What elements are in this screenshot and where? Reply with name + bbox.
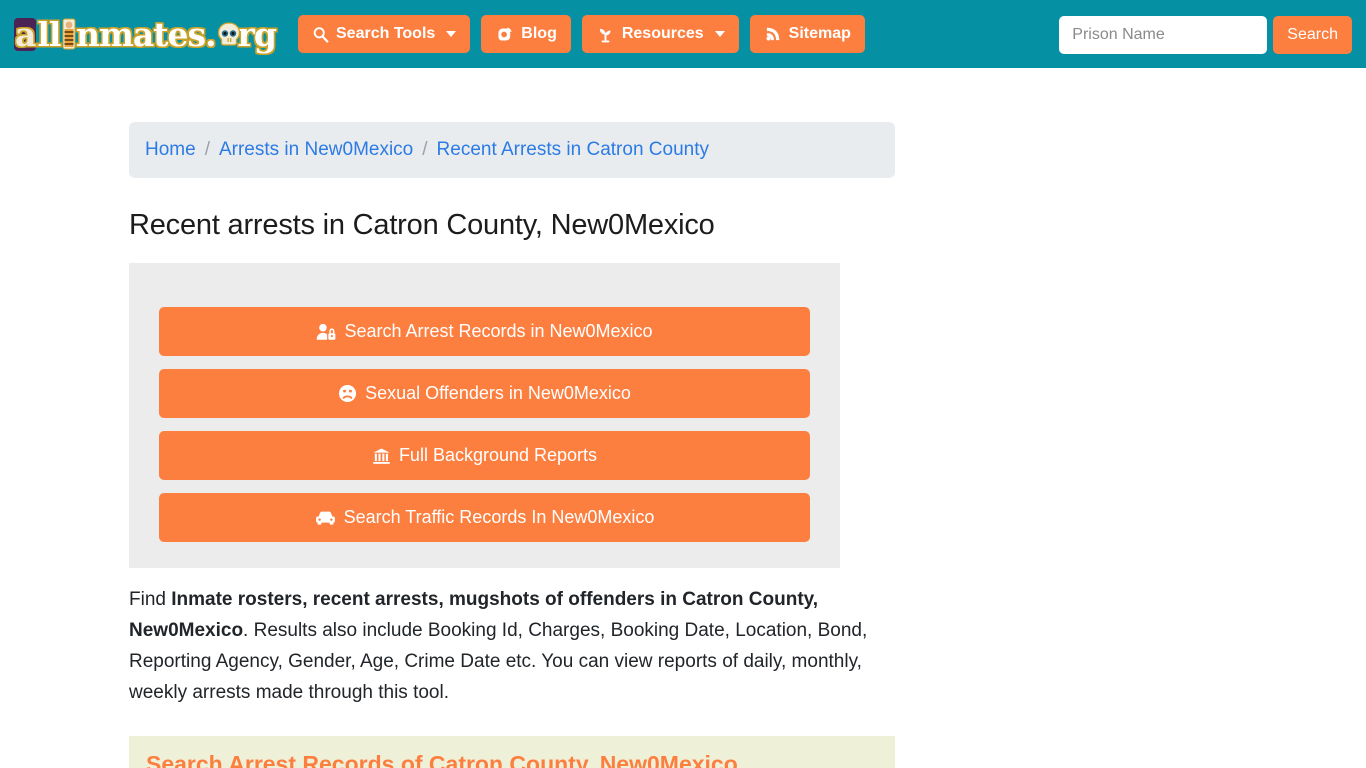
site-header: a ll nmates. rg Search Tools Blog Resources <box>0 0 1366 68</box>
description-lead: Find <box>129 589 172 610</box>
search-records-section: Search Arrest Records of Catron County, … <box>129 736 895 768</box>
prisoner-figure-icon <box>61 17 76 51</box>
seedling-icon <box>596 25 615 44</box>
nav-blog-button[interactable]: Blog <box>481 15 571 53</box>
nav-blog-label: Blog <box>521 25 557 42</box>
action-buttons-panel: Search Arrest Records in New0Mexico Sexu… <box>129 263 840 568</box>
logo-letters-rg: rg <box>237 14 277 54</box>
full-background-reports-button[interactable]: Full Background Reports <box>159 431 810 480</box>
chevron-down-icon <box>446 31 457 37</box>
nav-resources-button[interactable]: Resources <box>581 15 739 53</box>
logo-letter-a: a <box>14 14 36 54</box>
blogger-icon <box>495 25 514 44</box>
page-description: Find Inmate rosters, recent arrests, mug… <box>129 584 877 708</box>
logo-letters-ll: ll <box>37 14 61 54</box>
user-lock-icon <box>316 323 336 341</box>
search-traffic-records-label: Search Traffic Records In New0Mexico <box>343 507 655 527</box>
breadcrumb-separator: / <box>204 139 210 160</box>
main-navigation: Search Tools Blog Resources Sitemap <box>298 15 865 53</box>
search-arrest-records-button[interactable]: Search Arrest Records in New0Mexico <box>159 307 810 356</box>
search-traffic-records-button[interactable]: Search Traffic Records In New0Mexico <box>159 493 810 542</box>
landmark-icon <box>372 447 391 465</box>
nav-resources-label: Resources <box>621 25 704 42</box>
breadcrumb: Home / Arrests in New0Mexico / Recent Ar… <box>129 122 895 178</box>
skull-icon <box>216 21 240 47</box>
car-icon <box>315 509 336 526</box>
page-title: Recent arrests in Catron County, New0Mex… <box>129 209 715 241</box>
sexual-offenders-label: Sexual Offenders in New0Mexico <box>365 383 631 403</box>
full-background-reports-label: Full Background Reports <box>398 445 598 465</box>
section-heading: Search Arrest Records of Catron County, … <box>146 751 738 768</box>
nav-sitemap-label: Sitemap <box>788 25 851 42</box>
nav-search-tools-label: Search Tools <box>336 25 436 42</box>
logo-dot: . <box>205 14 216 54</box>
header-search: Search <box>1059 16 1352 54</box>
search-arrest-records-label: Search Arrest Records in New0Mexico <box>344 321 653 341</box>
logo-letters-nmates: nmates <box>75 14 206 54</box>
frown-face-icon <box>338 384 357 403</box>
search-input[interactable] <box>1059 16 1268 54</box>
sexual-offenders-button[interactable]: Sexual Offenders in New0Mexico <box>159 369 810 418</box>
nav-sitemap-button[interactable]: Sitemap <box>749 15 865 53</box>
rss-icon <box>764 25 782 43</box>
search-icon <box>312 26 329 43</box>
breadcrumb-separator: / <box>422 139 428 160</box>
breadcrumb-item-current[interactable]: Recent Arrests in Catron County <box>437 139 709 161</box>
breadcrumb-item-state[interactable]: Arrests in New0Mexico <box>219 139 413 161</box>
chevron-down-icon <box>714 31 725 37</box>
nav-search-tools-button[interactable]: Search Tools <box>298 15 471 53</box>
page-content: Home / Arrests in New0Mexico / Recent Ar… <box>0 68 1366 768</box>
site-logo[interactable]: a ll nmates. rg <box>14 13 277 55</box>
breadcrumb-item-home[interactable]: Home <box>145 139 196 161</box>
search-submit-button[interactable]: Search <box>1273 16 1352 54</box>
